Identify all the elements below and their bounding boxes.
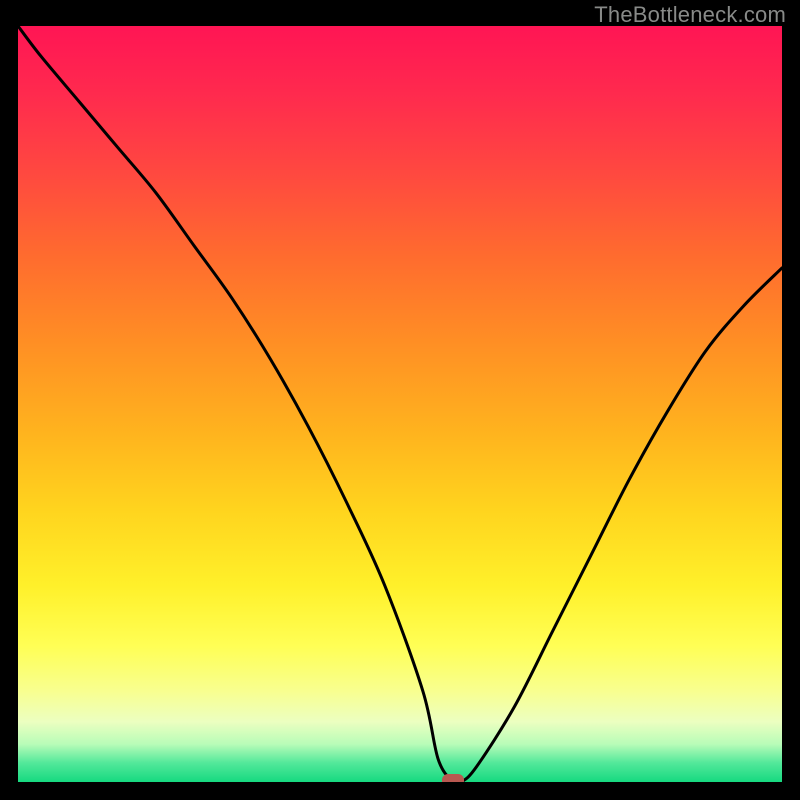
chart-frame: TheBottleneck.com: [0, 0, 800, 800]
plot-area: [18, 26, 782, 782]
optimal-point-marker: [442, 774, 464, 782]
watermark-label: TheBottleneck.com: [594, 2, 786, 28]
bottleneck-curve: [18, 26, 782, 782]
